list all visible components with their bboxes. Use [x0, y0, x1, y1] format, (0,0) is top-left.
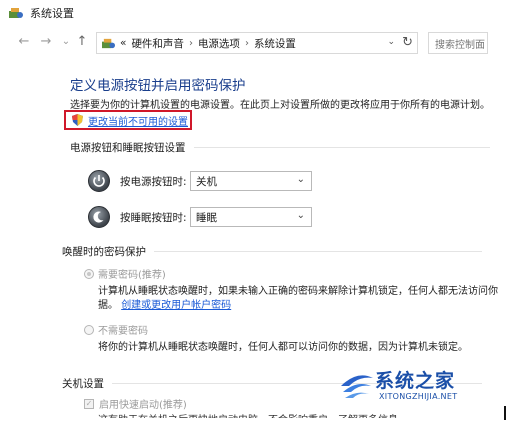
watermark-logo-icon: [337, 368, 377, 404]
page-title: 定义电源按钮并启用密码保护: [70, 78, 246, 94]
refresh-icon[interactable]: ↻: [402, 35, 413, 50]
breadcrumb-power-options[interactable]: 电源选项: [198, 36, 240, 51]
up-arrow-icon[interactable]: ↑: [74, 34, 90, 50]
section-heading-buttons: 电源按钮和睡眠按钮设置: [70, 140, 490, 155]
page-description: 选择要为你的计算机设置的电源设置。在此页上对设置所做的更改将应用于你所有的电源计…: [70, 100, 490, 111]
breadcrumb-system-settings[interactable]: 系统设置: [254, 36, 296, 51]
fast-startup-checkbox[interactable]: ✓: [84, 398, 94, 409]
require-password-option: 需要密码(推荐): [84, 266, 166, 281]
require-password-radio[interactable]: [84, 268, 94, 279]
uac-shield-icon: [72, 114, 83, 126]
breadcrumb-overflow[interactable]: «: [120, 37, 126, 49]
watermark-title: 系统之家: [375, 370, 456, 392]
back-arrow-icon[interactable]: ←: [16, 34, 32, 50]
no-password-description: 将你的计算机从睡眠状态唤醒时，任何人都可以访问你的数据，因为计算机未锁定。: [98, 342, 468, 353]
section-title: 关机设置: [62, 378, 104, 390]
control-panel-icon: [101, 37, 116, 50]
control-panel-icon: [8, 6, 24, 20]
no-password-radio[interactable]: [84, 324, 94, 335]
search-input[interactable]: 搜索控制面: [428, 32, 488, 54]
fast-startup-description: 这有助于在关机之后更快地启动电脑。不会影响重启。了解更多信息: [98, 411, 398, 418]
require-password-description: 计算机从睡眠状态唤醒时，如果未输入正确的密码来解除计算机锁定，任何人都无法访问你: [98, 286, 498, 297]
power-button-select[interactable]: 关机 ⌄: [190, 171, 312, 191]
power-button-setting: 按电源按钮时: 关机 ⌄: [88, 170, 312, 192]
section-divider: [154, 251, 482, 252]
sleep-button-select[interactable]: 睡眠 ⌄: [190, 207, 312, 227]
page-margin: [500, 0, 509, 425]
window-title: 系统设置: [30, 7, 74, 20]
chevron-down-icon: ⌄: [296, 174, 305, 185]
require-password-label: 需要密码(推荐): [98, 270, 166, 281]
fast-startup-label: 启用快速启动(推荐): [99, 400, 187, 411]
power-button-value: 关机: [196, 175, 217, 188]
breadcrumb-hardware-sound[interactable]: 硬件和声音: [131, 36, 184, 51]
sleep-button-value: 睡眠: [196, 211, 217, 224]
section-title: 唤醒时的密码保护: [62, 246, 146, 258]
section-divider: [193, 147, 490, 148]
section-title: 电源按钮和睡眠按钮设置: [70, 142, 186, 154]
chevron-down-icon[interactable]: ⌄: [387, 37, 395, 47]
recent-locations-icon[interactable]: ⌄: [58, 34, 74, 50]
watermark: 系统之家 XITONGZHIJIA.NET: [337, 364, 497, 410]
change-unavailable-settings-link[interactable]: 更改当前不可用的设置: [88, 113, 188, 128]
sleep-button-label: 按睡眠按钮时:: [120, 211, 187, 224]
desc-prefix: 据。: [98, 300, 118, 311]
breadcrumb-separator: ›: [244, 37, 249, 49]
address-bar[interactable]: « 硬件和声音 › 电源选项 › 系统设置 ⌄ ↻: [96, 32, 418, 54]
power-button-label: 按电源按钮时:: [120, 175, 187, 188]
fast-startup-option: ✓ 启用快速启动(推荐): [84, 396, 187, 411]
navigation-bar: ← → ⌄ ↑ « 硬件和声音 › 电源选项 › 系统设置 ⌄ ↻ 搜索控制面: [0, 30, 500, 56]
sleep-button-icon: [88, 206, 110, 228]
sleep-button-setting: 按睡眠按钮时: 睡眠 ⌄: [88, 206, 312, 228]
title-bar: 系统设置: [0, 0, 500, 26]
control-panel-window: 系统设置 ← → ⌄ ↑ « 硬件和声音 › 电源选项 › 系统设置 ⌄ ↻ 搜…: [0, 0, 500, 425]
power-button-icon: [88, 170, 110, 192]
create-change-password-link[interactable]: 创建或更改用户帐户密码: [121, 300, 231, 311]
change-settings-highlight: 更改当前不可用的设置: [64, 110, 192, 130]
section-heading-wake: 唤醒时的密码保护: [62, 244, 482, 259]
no-password-label: 不需要密码: [98, 326, 148, 337]
chevron-down-icon: ⌄: [296, 210, 305, 221]
require-password-description-line2: 据。 创建或更改用户帐户密码: [98, 296, 231, 311]
watermark-subtitle: XITONGZHIJIA.NET: [379, 392, 458, 401]
no-password-option: 不需要密码: [84, 322, 148, 337]
forward-arrow-icon[interactable]: →: [38, 34, 54, 50]
text-cursor: [504, 406, 506, 420]
breadcrumb-separator: ›: [188, 37, 193, 49]
